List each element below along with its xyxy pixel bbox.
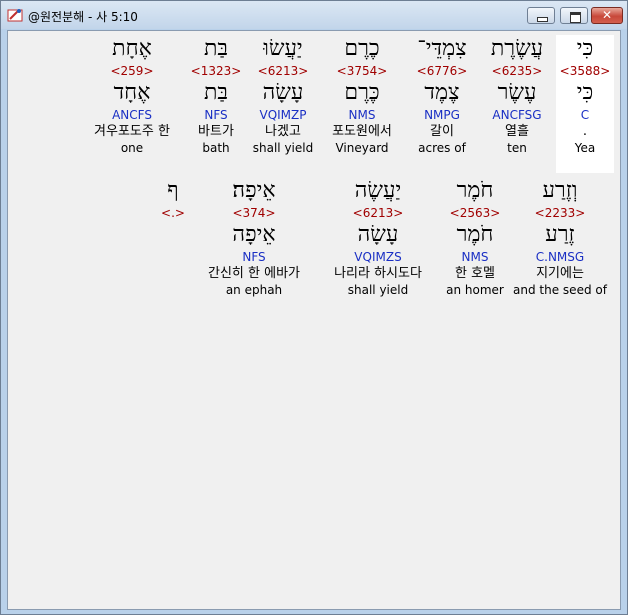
korean-gloss: 바트가 (198, 124, 234, 139)
morph-code[interactable]: NMS (322, 107, 402, 123)
english-gloss: ten (507, 141, 527, 155)
morph-code[interactable]: NMPG (406, 107, 478, 123)
app-window: @원전분해 - 사 5:10 כִּי <3588> כִּי C . Yea … (0, 0, 628, 615)
hebrew-lemma: אֵיפָה (232, 222, 276, 247)
word-block[interactable]: צִמְדֵּי־ <6776> צֶמֶד NMPG 갈이 acres of (406, 35, 478, 156)
korean-gloss: 나겠고 (265, 124, 301, 139)
word-block[interactable]: יַעֲשֶׂה <6213> עָשָׂה VQIMZS 나리라 하시도다 s… (320, 177, 436, 298)
word-block[interactable]: אֶחָת <259> אֶחָד ANCFS 겨우포도주 한 one (82, 35, 182, 156)
hebrew-word: עֲשֶׂרֶת (490, 36, 544, 61)
english-gloss: Yea (574, 141, 596, 155)
hebrew-lemma: כִּי (576, 80, 594, 105)
hebrew-lemma: חֹמֶר (456, 222, 494, 247)
english-gloss: Vineyard (335, 141, 389, 155)
word-block[interactable]: ף <.> (154, 177, 192, 221)
korean-gloss: 지기에는 (536, 266, 584, 281)
english-gloss: one (120, 141, 144, 155)
morph-code[interactable]: ANCFSG (482, 107, 552, 123)
hebrew-word: בַּת (203, 36, 229, 61)
korean-gloss: 열흘 (505, 124, 529, 139)
hebrew-lemma: בַּת (203, 80, 229, 105)
hebrew-lemma: עָשָׂה (357, 222, 399, 247)
strong-number[interactable]: <6776> (406, 63, 478, 79)
hebrew-word: אֵיפָה׃ (232, 178, 276, 203)
hebrew-lemma: אֶחָד (113, 80, 151, 105)
strong-number[interactable]: <2563> (440, 205, 510, 221)
strong-number[interactable]: <259> (82, 63, 182, 79)
english-gloss: an ephah (225, 283, 283, 297)
strong-number[interactable]: <6213> (320, 205, 436, 221)
hebrew-lemma: צֶמֶד (424, 80, 460, 105)
close-button[interactable] (591, 7, 623, 24)
strong-number[interactable]: <1323> (188, 63, 244, 79)
strong-number[interactable]: <6235> (482, 63, 552, 79)
word-block[interactable]: חֹמֶר <2563> חֹמֶר NMS 한 호멜 an homer (440, 177, 510, 298)
hebrew-word: צִמְדֵּי־ (417, 36, 467, 61)
morph-code[interactable]: C.NMSG (512, 249, 608, 265)
hebrew-word: כִּי (576, 36, 594, 61)
morph-code[interactable]: ANCFS (82, 107, 182, 123)
strong-number[interactable]: <2233> (512, 205, 608, 221)
word-block[interactable]: כֶרֶם <3754> כֶּרֶם NMS 포도원에서 Vineyard (322, 35, 402, 156)
morph-code[interactable]: VQIMZS (320, 249, 436, 265)
word-block[interactable]: עֲשֶׂרֶת <6235> עֶשֶׂר ANCFSG 열흘 ten (482, 35, 552, 156)
korean-gloss: 간신히 한 에바가 (208, 266, 300, 281)
korean-gloss: 한 호멜 (454, 266, 495, 281)
hebrew-word: חֹמֶר (456, 178, 494, 203)
word-block[interactable]: יַעֲשׂוּ <6213> עָשָׂה VQIMZP 나겠고 shall … (248, 35, 318, 156)
morph-code[interactable]: VQIMZP (248, 107, 318, 123)
morph-code[interactable]: NFS (188, 107, 244, 123)
word-block[interactable]: וְזֶרַע <2233> זֶרַע C.NMSG 지기에는 and the… (512, 177, 608, 298)
korean-gloss: . (582, 124, 588, 139)
english-gloss: bath (202, 141, 230, 155)
title-bar[interactable]: @원전분해 - 사 5:10 (1, 1, 627, 29)
word-block[interactable]: בַּת <1323> בַּת NFS 바트가 bath (188, 35, 244, 156)
english-gloss: acres of (418, 141, 466, 155)
english-gloss: an homer (446, 283, 504, 297)
strong-number[interactable]: <374> (194, 205, 314, 221)
hebrew-lemma: כֶּרֶם (344, 80, 380, 105)
hebrew-word: וְזֶרַע (542, 178, 578, 203)
korean-gloss: 겨우포도주 한 (94, 124, 170, 139)
minimize-button[interactable] (527, 7, 555, 24)
morph-code[interactable]: NMS (440, 249, 510, 265)
app-icon (7, 9, 23, 22)
hebrew-word: אֶחָת (112, 36, 152, 61)
window-title: @원전분해 - 사 5:10 (28, 10, 138, 24)
hebrew-word: יַעֲשׂוּ (263, 36, 303, 61)
hebrew-word: יַעֲשֶׂה (354, 178, 402, 203)
strong-number[interactable]: <6213> (248, 63, 318, 79)
hebrew-word: ף (167, 178, 179, 203)
korean-gloss: 포도원에서 (332, 124, 392, 139)
hebrew-lemma: עָשָׂה (262, 80, 304, 105)
hebrew-lemma: עֶשֶׂר (497, 80, 537, 105)
hebrew-word: כֶרֶם (344, 36, 380, 61)
english-gloss: shall yield (252, 141, 314, 155)
korean-gloss: 나리라 하시도다 (334, 266, 422, 281)
korean-gloss: 갈이 (430, 124, 454, 139)
interlinear-view: כִּי <3588> כִּי C . Yea עֲשֶׂרֶת <6235>… (7, 30, 621, 610)
morph-code[interactable]: C (556, 107, 614, 123)
hebrew-lemma: זֶרַע (545, 222, 575, 247)
word-block[interactable]: אֵיפָה׃ <374> אֵיפָה NFS 간신히 한 에바가 an ep… (194, 177, 314, 298)
word-block[interactable]: כִּי <3588> כִּי C . Yea (556, 35, 614, 173)
morph-code[interactable]: NFS (194, 249, 314, 265)
strong-number[interactable]: <.> (154, 205, 192, 221)
maximize-button[interactable] (560, 7, 588, 24)
english-gloss: shall yield (347, 283, 409, 297)
english-gloss: and the seed of (513, 283, 607, 297)
strong-number[interactable]: <3588> (556, 63, 614, 79)
strong-number[interactable]: <3754> (322, 63, 402, 79)
